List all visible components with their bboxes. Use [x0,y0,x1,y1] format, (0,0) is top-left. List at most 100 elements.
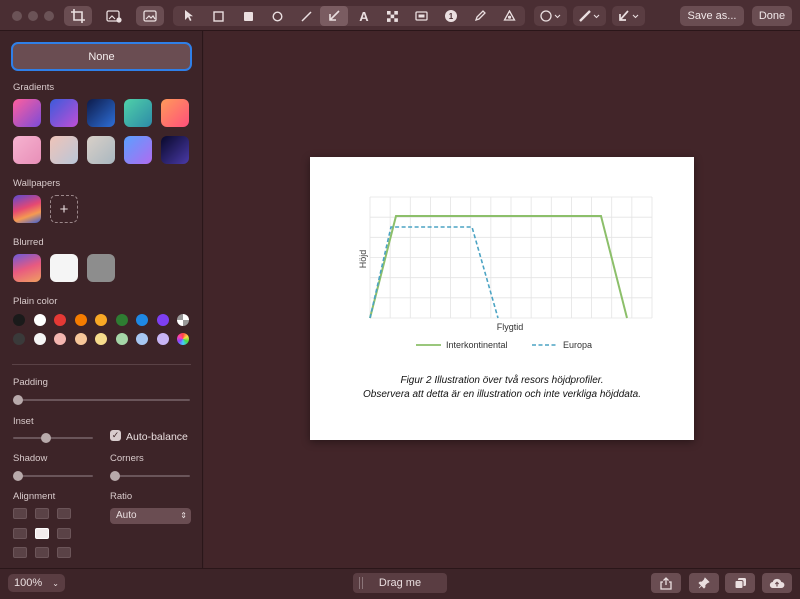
gradient-swatch-7[interactable] [50,136,78,164]
padding-slider[interactable] [13,399,190,401]
line-tool[interactable] [295,6,317,26]
stroke-style-button[interactable] [576,6,604,26]
gradient-swatch-2[interactable] [50,99,78,127]
checkmark-icon: ✓ [111,430,120,440]
share-icon [660,576,672,590]
blurred-swatch-1[interactable] [13,254,41,282]
gradient-swatch-9[interactable] [124,136,152,164]
toolbar: A 1 Save as... Done [0,0,800,31]
corners-slider-knob[interactable] [110,471,120,481]
drop-icon [502,10,516,21]
padding-slider-knob[interactable] [13,395,23,405]
plain-color-dot[interactable] [156,314,169,326]
transparent-color-dot[interactable] [177,314,189,326]
close-window-button[interactable] [12,11,22,21]
grip-icon [359,577,363,589]
counter-tool[interactable]: 1 [440,6,462,26]
gradients-heading: Gradients [13,82,55,93]
plain-color-dot[interactable] [33,333,46,345]
align-top-center[interactable] [35,508,49,519]
auto-balance-checkbox[interactable]: ✓ [110,430,121,441]
zoom-window-button[interactable] [44,11,54,21]
align-top-right[interactable] [57,508,71,519]
copy-button[interactable] [725,573,755,593]
zoom-select[interactable]: 100% ⌄ [8,574,65,592]
shape-style-button[interactable] [537,6,565,26]
blurred-swatch-2[interactable] [50,254,78,282]
shadow-slider-knob[interactable] [13,471,23,481]
gradient-swatch-3[interactable] [87,99,115,127]
arrow-style-icon [619,10,639,21]
text-tool[interactable]: A [353,6,375,26]
ratio-select[interactable]: Auto ⇕ [110,508,191,524]
save-as-button[interactable]: Save as... [680,6,744,26]
stroke-width-icon [579,10,600,22]
circle-icon [271,10,283,22]
done-button[interactable]: Done [752,6,792,26]
plain-color-dot[interactable] [33,314,46,326]
pencil-icon [474,10,486,22]
shadow-slider[interactable] [13,475,93,477]
align-bottom-left[interactable] [13,547,27,558]
blur-tool[interactable] [498,6,520,26]
inset-slider-knob[interactable] [41,433,51,443]
add-wallpaper-button[interactable]: + [50,195,78,223]
cloud-upload-button[interactable] [762,573,792,593]
chevron-down-icon: ⌄ [52,578,59,588]
chevron-updown-icon: ⇕ [180,511,187,520]
align-middle-left[interactable] [13,528,27,539]
share-button[interactable] [651,573,681,593]
gradient-swatch-5[interactable] [161,99,189,127]
plain-color-dot[interactable] [136,314,148,326]
plain-color-dot[interactable] [54,314,66,326]
custom-color-picker[interactable] [177,333,189,345]
align-bottom-right[interactable] [57,547,71,558]
plain-color-dot[interactable] [13,333,25,345]
plain-color-dot[interactable] [136,333,148,345]
corners-slider[interactable] [110,475,190,477]
select-tool[interactable] [178,6,200,26]
arrow-style-button[interactable] [615,6,643,26]
shadow-label: Shadow [13,453,48,464]
plain-color-dot[interactable] [115,333,128,345]
line-icon [300,10,312,22]
wallpaper-swatch[interactable] [13,195,41,223]
align-bottom-center[interactable] [35,547,49,558]
background-button[interactable] [100,6,128,26]
inset-slider[interactable] [13,437,93,439]
minimize-window-button[interactable] [28,11,38,21]
align-middle-right[interactable] [57,528,71,539]
auto-balance-label: Auto-balance [126,431,188,443]
gradient-swatch-1[interactable] [13,99,41,127]
ellipse-tool[interactable] [266,6,288,26]
image-frame-button[interactable] [136,6,164,26]
highlight-tool[interactable] [410,6,432,26]
pin-button[interactable] [689,573,719,593]
gradient-swatch-8[interactable] [87,136,115,164]
gradient-swatch-6[interactable] [13,136,41,164]
plain-color-dot[interactable] [115,314,128,326]
pixelate-tool[interactable] [381,6,403,26]
plain-color-dot[interactable] [95,314,107,326]
align-center[interactable] [35,528,49,539]
gradient-swatch-10[interactable] [161,136,189,164]
plain-color-dot[interactable] [54,333,66,345]
filled-rectangle-tool[interactable] [237,6,259,26]
drag-handle[interactable]: Drag me [353,573,447,593]
pencil-tool[interactable] [469,6,491,26]
align-top-left[interactable] [13,508,27,519]
plain-color-dot[interactable] [156,333,169,345]
plain-color-dot[interactable] [74,333,87,345]
blurred-swatch-3[interactable] [87,254,115,282]
rectangle-tool[interactable] [207,6,229,26]
ratio-value: Auto [116,510,137,521]
none-background-button[interactable]: None [11,42,192,71]
plain-color-dot[interactable] [13,314,25,326]
gradient-swatch-4[interactable] [124,99,152,127]
plain-color-dot[interactable] [95,333,107,345]
pixelate-icon [386,10,398,22]
canvas-area[interactable]: Höjd Flygtid Interkontinental Europa Fig… [204,31,800,568]
plain-color-dot[interactable] [74,314,87,326]
arrow-tool[interactable] [320,6,348,26]
crop-button[interactable] [64,6,92,26]
